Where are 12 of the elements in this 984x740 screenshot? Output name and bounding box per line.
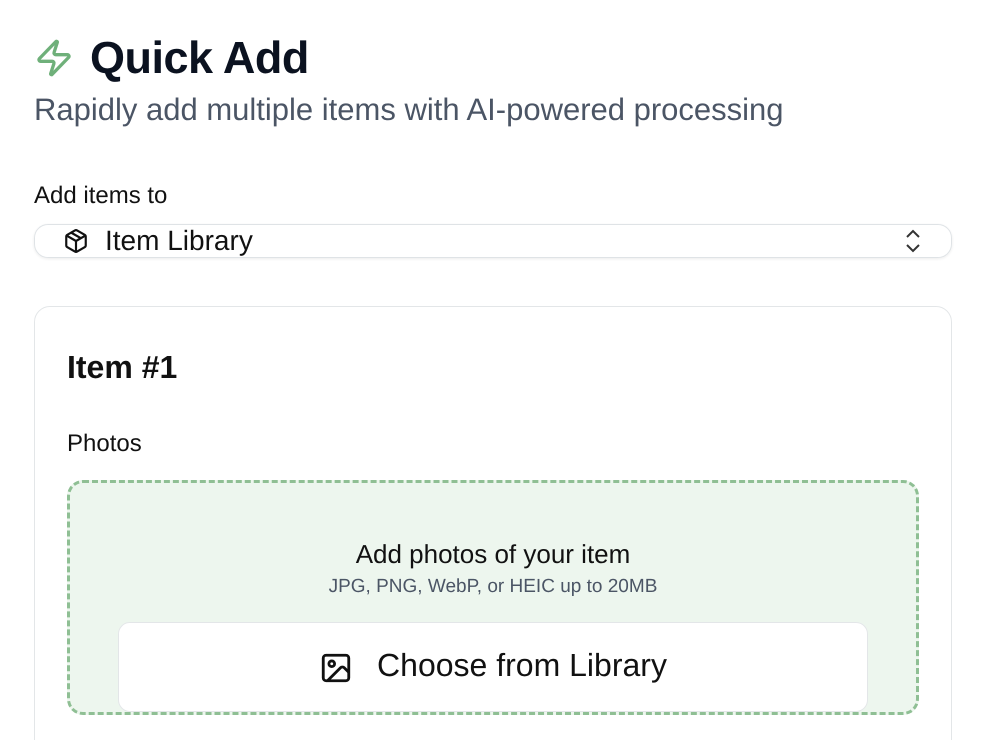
page-title: Quick Add <box>90 32 309 84</box>
select-value: Item Library <box>105 225 254 257</box>
item-title: Item #1 <box>67 349 178 386</box>
photos-label: Photos <box>67 430 143 458</box>
destination-select[interactable]: Item Library <box>34 224 952 258</box>
photo-dropzone[interactable]: Add photos of your item JPG, PNG, WebP, or HEIC up to 20MB Choose from Library <box>67 480 919 715</box>
page-subtitle: Rapidly add multiple items with AI-powered processing <box>34 92 785 128</box>
dropzone-hint: JPG, PNG, WebP, or HEIC up to 20MB <box>328 576 658 598</box>
choose-library-button[interactable]: Choose from Library <box>118 622 868 712</box>
dropzone-title: Add photos of your item <box>356 539 630 570</box>
box-icon <box>63 228 89 254</box>
field-label: Add items to <box>34 182 168 210</box>
